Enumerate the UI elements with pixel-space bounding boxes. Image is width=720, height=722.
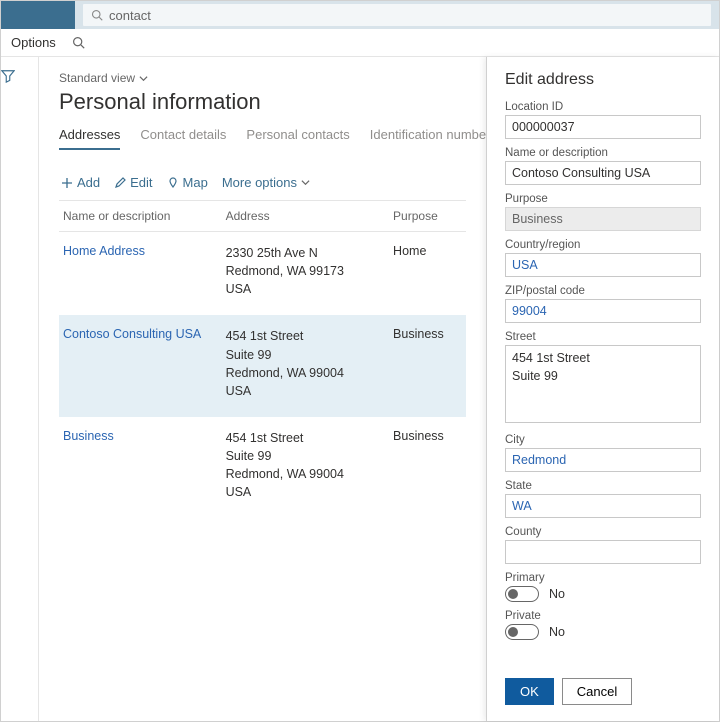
more-options-label: More options — [222, 175, 297, 190]
view-label-text: Standard view — [59, 71, 135, 85]
private-label: Private — [505, 610, 701, 622]
row-purpose: Business — [393, 429, 462, 443]
tab-identification-numbers[interactable]: Identification numbers — [370, 127, 486, 150]
country-input[interactable] — [505, 253, 701, 277]
global-search[interactable] — [83, 4, 711, 26]
plus-icon — [61, 177, 73, 189]
row-name-link[interactable]: Contoso Consulting USA — [63, 327, 201, 341]
name-label: Name or description — [505, 147, 701, 159]
search-input[interactable] — [109, 8, 703, 23]
add-label: Add — [77, 175, 100, 190]
cancel-button[interactable]: Cancel — [562, 678, 632, 705]
options-menu[interactable]: Options — [11, 35, 56, 50]
row-name-link[interactable]: Home Address — [63, 244, 145, 258]
private-value: No — [549, 625, 565, 639]
county-input[interactable] — [505, 540, 701, 564]
city-label: City — [505, 434, 701, 446]
main-content: Standard view Personal information Addre… — [39, 57, 486, 721]
panel-footer: OK Cancel — [487, 668, 719, 721]
private-toggle[interactable] — [505, 624, 539, 640]
col-header-purpose[interactable]: Purpose — [393, 209, 462, 223]
col-header-name[interactable]: Name or description — [63, 209, 226, 223]
primary-label: Primary — [505, 572, 701, 584]
table-row[interactable]: Home Address 2330 25th Ave N Redmond, WA… — [59, 232, 466, 315]
view-selector[interactable]: Standard view — [59, 71, 466, 85]
street-input[interactable]: 454 1st Street Suite 99 — [505, 345, 701, 423]
tab-contact-details[interactable]: Contact details — [140, 127, 226, 150]
purpose-label: Purpose — [505, 193, 701, 205]
map-icon — [167, 177, 179, 189]
edit-button[interactable]: Edit — [114, 175, 152, 190]
grid-toolbar: Add Edit Map More options — [59, 169, 466, 200]
name-input[interactable] — [505, 161, 701, 185]
row-name-link[interactable]: Business — [63, 429, 114, 443]
col-header-address[interactable]: Address — [226, 209, 393, 223]
purpose-field: Business — [505, 207, 701, 231]
county-label: County — [505, 526, 701, 538]
zip-input[interactable] — [505, 299, 701, 323]
row-purpose: Home — [393, 244, 462, 258]
left-rail — [1, 57, 39, 721]
row-purpose: Business — [393, 327, 462, 341]
primary-value: No — [549, 587, 565, 601]
pencil-icon — [114, 177, 126, 189]
search-icon[interactable] — [72, 36, 85, 49]
country-label: Country/region — [505, 239, 701, 251]
city-input[interactable] — [505, 448, 701, 472]
search-bar-area — [75, 1, 719, 29]
tab-strip: Addresses Contact details Personal conta… — [59, 127, 466, 151]
row-address: 454 1st Street Suite 99 Redmond, WA 9900… — [226, 327, 393, 400]
page-title: Personal information — [59, 89, 466, 115]
tab-addresses[interactable]: Addresses — [59, 127, 120, 150]
more-options-button[interactable]: More options — [222, 175, 310, 190]
state-label: State — [505, 480, 701, 492]
street-label: Street — [505, 331, 701, 343]
primary-toggle[interactable] — [505, 586, 539, 602]
zip-label: ZIP/postal code — [505, 285, 701, 297]
app-logo-area — [1, 1, 75, 29]
row-address: 2330 25th Ave N Redmond, WA 99173 USA — [226, 244, 393, 298]
table-row[interactable]: Contoso Consulting USA 454 1st Street Su… — [59, 315, 466, 417]
filter-icon[interactable] — [1, 69, 38, 83]
table-row[interactable]: Business 454 1st Street Suite 99 Redmond… — [59, 417, 466, 519]
chevron-down-icon — [139, 74, 148, 83]
command-bar: Options — [1, 29, 719, 57]
location-id-input[interactable] — [505, 115, 701, 139]
addresses-grid: Name or description Address Purpose Home… — [59, 200, 466, 518]
map-button[interactable]: Map — [167, 175, 208, 190]
app-top-bar — [1, 1, 719, 29]
panel-title: Edit address — [505, 71, 701, 89]
map-label: Map — [183, 175, 208, 190]
edit-label: Edit — [130, 175, 152, 190]
ok-button[interactable]: OK — [505, 678, 554, 705]
row-address: 454 1st Street Suite 99 Redmond, WA 9900… — [226, 429, 393, 502]
location-id-label: Location ID — [505, 101, 701, 113]
tab-personal-contacts[interactable]: Personal contacts — [246, 127, 349, 150]
add-button[interactable]: Add — [61, 175, 100, 190]
grid-header: Name or description Address Purpose — [59, 201, 466, 232]
chevron-down-icon — [301, 178, 310, 187]
state-input[interactable] — [505, 494, 701, 518]
search-icon — [91, 9, 103, 21]
edit-address-panel: Edit address Location ID Name or descrip… — [486, 57, 719, 721]
